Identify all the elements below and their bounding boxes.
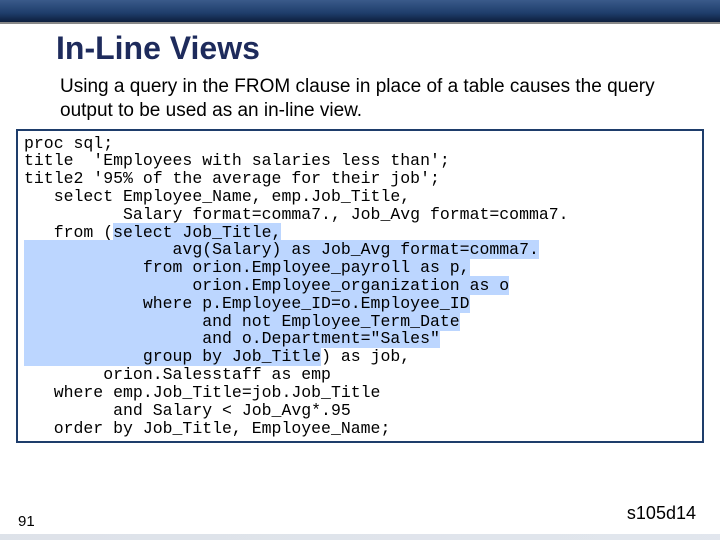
code-line: Salary format=comma7., Job_Avg format=co… [24,205,569,224]
code-line: select Employee_Name, emp.Job_Title, [24,187,410,206]
code-line-hl: orion.Employee_organization as o [24,276,509,295]
code-line: orion.Salesstaff as emp [24,365,331,384]
code-line: from ( [24,223,113,242]
code-line-hl: and o.Department="Sales" [24,329,440,348]
code-line: ) as job, [321,347,410,366]
code-line: and Salary < Job_Avg*.95 [24,401,351,420]
code-line: title 'Employees with salaries less than… [24,151,450,170]
page-number: 91 [18,513,35,530]
code-block: proc sql; title 'Employees with salaries… [16,129,704,444]
slide-reference: s105d14 [627,503,696,524]
slide-description: Using a query in the FROM clause in plac… [60,75,692,123]
code-line-hl: avg(Salary) as Job_Avg format=comma7. [24,240,539,259]
code-line-hl: and not Employee_Term_Date [24,312,460,331]
header-rule [0,22,720,24]
code-line-hl: from orion.Employee_payroll as p, [24,258,470,277]
header-band [0,0,720,22]
code-line-hl: select Job_Title, [113,223,281,242]
code-line: proc sql; [24,134,113,153]
slide-content: In-Line Views Using a query in the FROM … [0,30,720,443]
slide-title: In-Line Views [56,30,692,67]
code-line: order by Job_Title, Employee_Name; [24,419,390,438]
footer-band [0,534,720,540]
code-line: title2 '95% of the average for their job… [24,169,440,188]
code-line-hl: where p.Employee_ID=o.Employee_ID [24,294,470,313]
code-line: where emp.Job_Title=job.Job_Title [24,383,380,402]
code-line-hl: group by Job_Title [24,347,321,366]
